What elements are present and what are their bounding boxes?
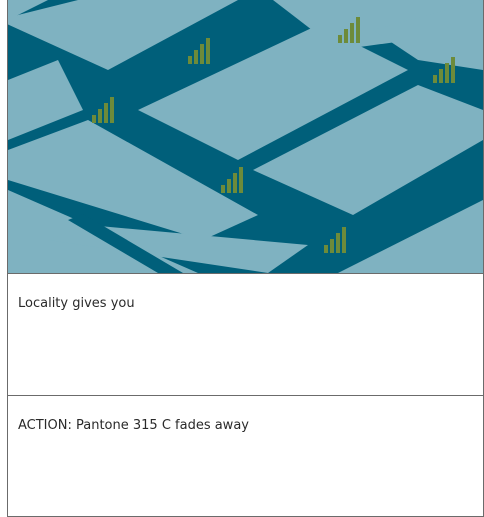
caption-panel-1: Locality gives you xyxy=(8,273,483,395)
caption-panel-2: ACTION: Pantone 315 C fades away xyxy=(8,395,483,516)
caption-text-2: ACTION: Pantone 315 C fades away xyxy=(18,418,249,433)
storyboard-frame: Locality gives you ACTION: Pantone 315 C… xyxy=(7,0,484,517)
isometric-map-illustration xyxy=(8,0,483,273)
caption-text-1: Locality gives you xyxy=(18,296,135,311)
